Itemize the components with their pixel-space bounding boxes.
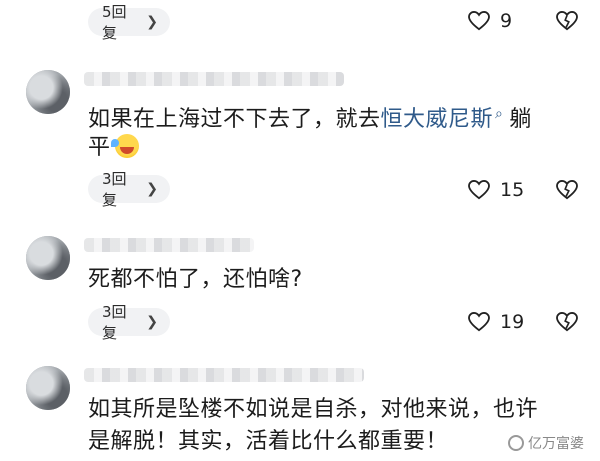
comment-text-line2: 是解脱！其实，活着比什么都重要！ (88, 429, 449, 454)
like-count: 19 (500, 311, 525, 333)
laughing-tears-emoji-icon (110, 134, 139, 158)
comment-text: 如其所是坠楼不如说是自杀，对他来说，也许 (88, 397, 539, 422)
watermark-logo-icon (508, 435, 524, 451)
username-blurred (84, 368, 364, 382)
reply-count-label: 5回复 (102, 3, 127, 42)
watermark-text: 亿万富婆 (528, 436, 584, 452)
dislike-icon[interactable] (556, 180, 578, 200)
dislike-icon[interactable] (556, 312, 578, 332)
reply-count-button[interactable]: 5回复 ❯ (88, 3, 170, 42)
heart-icon (468, 180, 490, 200)
username-blurred (84, 72, 344, 86)
comment-text: 死都不怕了，还怕啥? (88, 267, 303, 292)
avatar[interactable] (26, 236, 70, 280)
search-icon: ⌕ (495, 106, 504, 122)
chevron-right-icon: ❯ (146, 181, 158, 197)
reply-count-label: 3回复 (102, 303, 127, 342)
reply-count-label: 3回复 (102, 170, 127, 209)
reply-count-button[interactable]: 3回复 ❯ (88, 170, 170, 209)
dislike-icon[interactable] (556, 11, 578, 31)
chevron-right-icon: ❯ (146, 314, 158, 330)
like-button[interactable]: 19 (468, 311, 524, 333)
like-button[interactable]: 9 (468, 10, 512, 32)
like-count: 15 (500, 179, 525, 201)
comment-text-line2: 平 (88, 130, 139, 166)
like-button[interactable]: 15 (468, 179, 524, 201)
heart-icon (468, 11, 490, 31)
heart-icon (468, 312, 490, 332)
like-count: 9 (500, 10, 513, 32)
username-blurred (84, 238, 254, 252)
avatar[interactable] (26, 366, 70, 410)
chevron-right-icon: ❯ (146, 14, 158, 30)
watermark: 亿万富婆 (508, 433, 584, 453)
avatar[interactable] (26, 70, 70, 114)
reply-count-button[interactable]: 3回复 ❯ (88, 303, 170, 342)
hashtag-link[interactable]: 恒大威尼斯 (381, 107, 494, 132)
comment-text: 如果在上海过不下去了，就去恒大威尼斯 ⌕ 躺 (88, 106, 532, 132)
